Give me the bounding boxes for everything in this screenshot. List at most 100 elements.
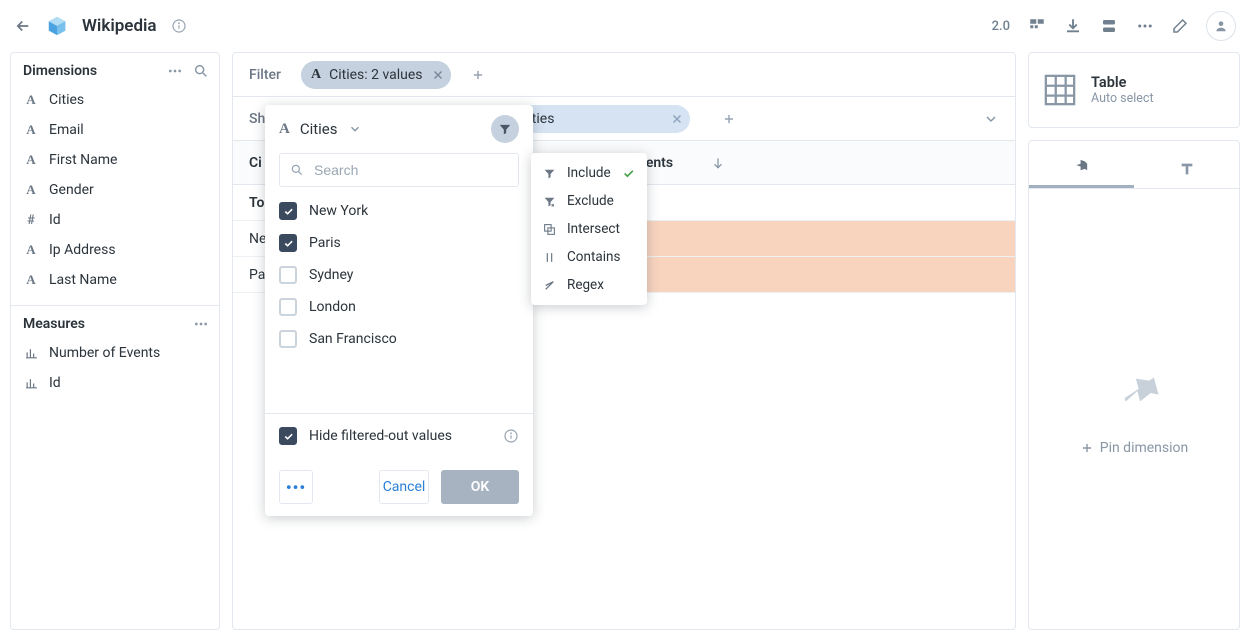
pin-large-icon xyxy=(1104,362,1164,422)
popover-dimension-name: Cities xyxy=(300,120,338,138)
filter-option-label: London xyxy=(309,299,356,315)
dimensions-header: Dimensions xyxy=(23,63,97,79)
checkbox-unchecked[interactable] xyxy=(279,298,297,316)
palette-icon xyxy=(1179,161,1195,177)
cube-logo-icon xyxy=(46,15,68,37)
text-type-icon: A xyxy=(23,122,39,138)
filter-option[interactable]: Sydney xyxy=(279,259,519,291)
dimensions-more-icon[interactable] xyxy=(167,63,183,79)
filter-option[interactable]: London xyxy=(279,291,519,323)
pin-dimension-button[interactable]: Pin dimension xyxy=(1080,440,1189,456)
back-button[interactable] xyxy=(14,17,32,35)
measures-more-icon[interactable] xyxy=(193,316,209,332)
arrow-left-icon xyxy=(14,17,32,35)
visualization-selector[interactable]: Table Auto select xyxy=(1028,52,1240,128)
hide-filtered-checkbox[interactable] xyxy=(279,427,297,445)
dimensions-search-icon[interactable] xyxy=(193,63,209,79)
dimension-item[interactable]: AFirst Name xyxy=(15,145,215,175)
center-panel: Filter A Cities: 2 values Sh Cities Ci N… xyxy=(232,52,1016,630)
filter-pill-cities[interactable]: A Cities: 2 values xyxy=(301,61,451,89)
dimension-label: Email xyxy=(49,122,84,138)
tab-style[interactable] xyxy=(1134,149,1239,188)
check-icon xyxy=(622,167,635,180)
mode-icon xyxy=(543,167,557,180)
cancel-button[interactable]: Cancel xyxy=(379,470,429,504)
dimension-label: Ip Address xyxy=(49,242,116,258)
mode-icon xyxy=(543,195,557,208)
popover-more-button[interactable]: ••• xyxy=(279,470,313,504)
hide-filtered-label: Hide filtered-out values xyxy=(309,428,452,444)
bar-chart-icon xyxy=(23,377,39,390)
text-type-icon: A xyxy=(23,92,39,108)
checkbox-checked[interactable] xyxy=(279,234,297,252)
filter-pill-text: Cities: 2 values xyxy=(329,67,422,83)
remove-show-icon[interactable] xyxy=(670,112,684,126)
measure-item[interactable]: Id xyxy=(15,368,215,398)
viz-title: Table xyxy=(1091,74,1154,91)
sort-desc-icon[interactable] xyxy=(711,156,725,170)
customize-icon[interactable] xyxy=(1028,17,1046,35)
dimension-label: First Name xyxy=(49,152,117,168)
more-icon[interactable] xyxy=(1136,17,1154,35)
filter-mode-intersect[interactable]: Intersect xyxy=(531,215,647,243)
filter-label: Filter xyxy=(249,67,281,83)
dimension-item[interactable]: # Id xyxy=(15,205,215,235)
ok-button[interactable]: OK xyxy=(441,470,519,504)
plus-icon xyxy=(1080,441,1094,455)
text-type-icon: A xyxy=(279,121,290,138)
filter-mode-exclude[interactable]: Exclude xyxy=(531,187,647,215)
table-viz-icon xyxy=(1043,73,1077,107)
dimension-item[interactable]: A Ip Address xyxy=(15,235,215,265)
layers-icon[interactable] xyxy=(1100,17,1118,35)
edit-icon[interactable] xyxy=(1172,18,1188,34)
text-type-icon: A xyxy=(311,67,321,83)
measure-label: Number of Events xyxy=(49,345,160,361)
filter-mode-regex[interactable]: Regex xyxy=(531,271,647,299)
filter-option[interactable]: New York xyxy=(279,195,519,227)
dimension-item[interactable]: A Email xyxy=(15,115,215,145)
show-pill-cities[interactable]: Cities xyxy=(505,105,690,133)
expand-show-icon[interactable] xyxy=(983,111,999,127)
add-filter-icon[interactable] xyxy=(471,68,485,82)
measure-label: Id xyxy=(49,375,61,391)
hide-filtered-info-icon[interactable] xyxy=(503,428,519,444)
search-icon xyxy=(290,163,304,177)
filter-mode-menu: Include Exclude Intersect Contains Regex xyxy=(531,153,647,305)
number-type-icon: # xyxy=(23,213,39,228)
filter-mode-button[interactable] xyxy=(491,115,519,143)
dimension-label: Id xyxy=(49,212,61,228)
filter-search-input[interactable] xyxy=(312,161,508,179)
left-panel: Dimensions ACitiesAEmailAFirst NameAGend… xyxy=(10,52,220,630)
show-label: Sh xyxy=(249,111,265,127)
user-icon xyxy=(1214,19,1228,33)
mode-label: Exclude xyxy=(567,193,614,209)
dimension-item[interactable]: ALast Name xyxy=(15,265,215,295)
tab-pin[interactable] xyxy=(1029,149,1134,188)
mode-icon xyxy=(543,223,557,236)
pin-dimension-label: Pin dimension xyxy=(1100,440,1189,456)
text-type-icon: A xyxy=(23,242,39,258)
checkbox-checked[interactable] xyxy=(279,202,297,220)
pin-icon xyxy=(1074,159,1090,175)
filter-search[interactable] xyxy=(279,153,519,187)
dimension-item[interactable]: ACities xyxy=(15,85,215,115)
info-icon[interactable] xyxy=(171,18,187,34)
checkbox-unchecked[interactable] xyxy=(279,266,297,284)
dimension-chevron-icon[interactable] xyxy=(348,122,362,136)
dimension-label: Gender xyxy=(49,182,94,198)
filter-option[interactable]: San Francisco xyxy=(279,323,519,355)
measure-item[interactable]: Number of Events xyxy=(15,338,215,368)
remove-filter-icon[interactable] xyxy=(431,68,445,82)
funnel-icon xyxy=(498,122,512,136)
filter-mode-include[interactable]: Include xyxy=(531,159,647,187)
user-avatar[interactable] xyxy=(1206,11,1236,41)
checkbox-unchecked[interactable] xyxy=(279,330,297,348)
dimension-item[interactable]: AGender xyxy=(15,175,215,205)
download-icon[interactable] xyxy=(1064,17,1082,35)
mode-label: Contains xyxy=(567,249,620,265)
mode-label: Regex xyxy=(567,277,604,293)
add-show-icon[interactable] xyxy=(722,112,736,126)
text-type-icon: A xyxy=(23,272,39,288)
filter-mode-contains[interactable]: Contains xyxy=(531,243,647,271)
filter-option[interactable]: Paris xyxy=(279,227,519,259)
